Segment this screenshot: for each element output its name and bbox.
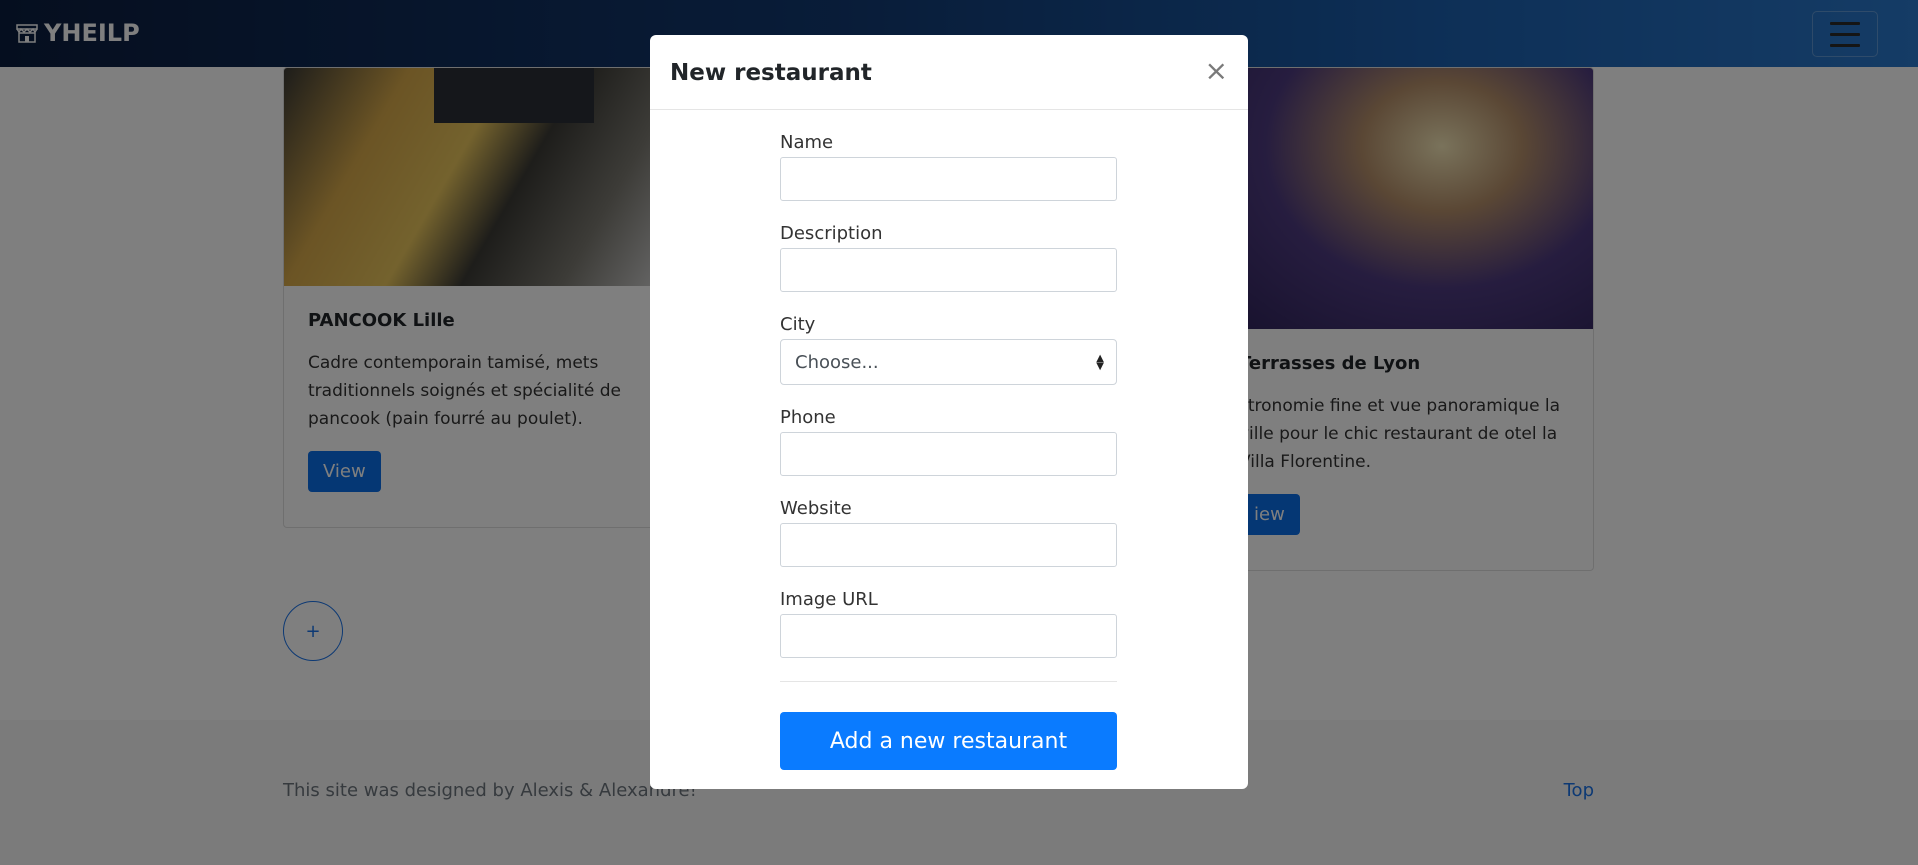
- phone-label: Phone: [780, 407, 836, 428]
- modal-header: New restaurant ×: [650, 35, 1248, 110]
- form-divider: [780, 681, 1117, 682]
- new-restaurant-modal: New restaurant × Name Description City C…: [650, 35, 1248, 789]
- city-select[interactable]: Choose... ▲ ▼: [780, 339, 1117, 385]
- modal-title: New restaurant: [670, 60, 872, 86]
- name-label: Name: [780, 132, 834, 153]
- select-caret-icon: ▲ ▼: [1096, 353, 1104, 372]
- website-input[interactable]: [780, 523, 1117, 567]
- name-input[interactable]: [780, 157, 1117, 201]
- website-label: Website: [780, 498, 852, 519]
- image-url-input[interactable]: [780, 614, 1117, 658]
- description-label: Description: [780, 223, 883, 244]
- image-url-label: Image URL: [780, 589, 878, 610]
- description-input[interactable]: [780, 248, 1117, 292]
- restaurant-form: Name Description City Choose... ▲ ▼ Phone…: [780, 132, 1117, 680]
- close-icon[interactable]: ×: [1205, 57, 1228, 85]
- city-selected-value: Choose...: [795, 351, 879, 373]
- phone-input[interactable]: [780, 432, 1117, 476]
- city-label: City: [780, 314, 816, 335]
- add-restaurant-submit-button[interactable]: Add a new restaurant: [780, 712, 1117, 770]
